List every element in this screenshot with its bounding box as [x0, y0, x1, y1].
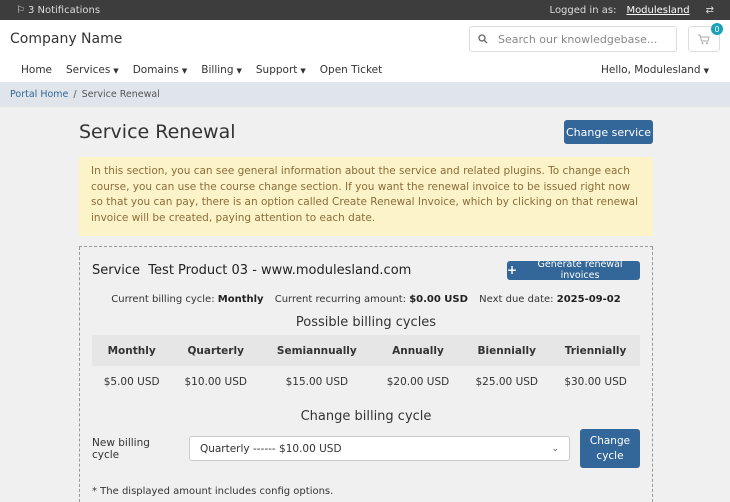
nav-open-ticket[interactable]: Open Ticket: [320, 64, 382, 76]
swap-icon[interactable]: ⇄: [706, 5, 714, 16]
select-value: Quarterly ------ $10.00 USD: [199, 442, 342, 455]
search-icon: [478, 34, 488, 44]
main-content: Service Renewal Change service In this s…: [79, 107, 653, 502]
panel-left-border: [79, 247, 80, 502]
table-header-cell: Triennially: [551, 335, 640, 366]
breadcrumb-separator: /: [73, 89, 77, 100]
caret-down-icon: ▼: [300, 67, 306, 75]
recurring-value: $0.00 USD: [409, 294, 468, 305]
service-title: Service Test Product 03 - www.moduleslan…: [92, 262, 412, 278]
table-header-cell: Quarterly: [171, 335, 261, 366]
page-title: Service Renewal: [79, 121, 236, 143]
caret-down-icon: ▼: [181, 67, 188, 75]
due-value: 2025-09-02: [556, 294, 621, 305]
billing-cycle-label: Current billing cycle:: [111, 294, 215, 305]
chevron-down-icon: ⌄: [551, 443, 559, 454]
table-header-row: Monthly Quarterly Semiannually Annually …: [92, 335, 640, 366]
table-cell: $25.00 USD: [475, 375, 539, 388]
table-cell: $10.00 USD: [184, 375, 247, 388]
table-row: $5.00 USD $10.00 USD $15.00 USD $20.00 U…: [92, 366, 640, 397]
current-cycle-info: Current billing cycle: Monthly Current r…: [92, 294, 640, 305]
notifications-label: 3 Notifications: [27, 4, 101, 16]
service-panel: Service Test Product 03 - www.moduleslan…: [79, 247, 653, 502]
new-cycle-label: New billing cycle: [92, 436, 150, 461]
table-cell: $5.00 USD: [103, 375, 160, 388]
breadcrumb: Portal Home / Service Renewal: [0, 82, 730, 107]
search-input[interactable]: Search our knowledgebase...: [469, 26, 677, 52]
table-header-cell: Biennially: [462, 335, 552, 366]
cart-button[interactable]: 0: [688, 23, 723, 52]
change-cycle-button[interactable]: Change cycle: [580, 429, 640, 468]
breadcrumb-home[interactable]: Portal Home: [10, 89, 68, 100]
generate-label: Generate renewal invoices: [537, 259, 623, 281]
caret-down-icon: ▼: [236, 67, 242, 75]
change-cycle-label-2: cycle: [596, 449, 624, 462]
flag-icon: ⚐: [16, 4, 25, 16]
billing-cycles-table: Monthly Quarterly Semiannually Annually …: [92, 335, 640, 397]
nav-support[interactable]: Support ▼: [256, 64, 306, 76]
main-nav: Home Services ▼ Domains ▼ Billing ▼ Support…: [0, 58, 730, 82]
panel-right-border: [652, 247, 653, 502]
top-bar: ⚐ 3 Notifications Logged in as: Modulesl…: [0, 0, 730, 20]
change-cycle-row: New billing cycle Quarterly ------ $10.0…: [92, 429, 640, 468]
brand-name[interactable]: Company Name: [10, 31, 122, 47]
due-label: Next due date:: [479, 294, 554, 305]
nav-services[interactable]: Services ▼: [66, 64, 119, 76]
billing-cycle-select[interactable]: Quarterly ------ $10.00 USD ⌄: [188, 436, 570, 461]
info-alert: In this section, you can see general inf…: [79, 157, 653, 236]
table-header-cell: Monthly: [92, 335, 172, 366]
search-placeholder: Search our knowledgebase...: [498, 32, 658, 46]
nav-domains[interactable]: Domains ▼: [133, 64, 188, 76]
table-header-cell: Annually: [373, 335, 463, 366]
cart-count-badge: 0: [711, 23, 723, 35]
change-cycle-label-1: Change: [589, 434, 631, 447]
notifications-link[interactable]: ⚐ 3 Notifications: [16, 5, 100, 16]
table-cell: $20.00 USD: [386, 375, 450, 388]
billing-cycles-title: Possible billing cycles: [295, 315, 437, 330]
table-cell: $15.00 USD: [285, 375, 349, 388]
table-cell: $30.00 USD: [564, 375, 627, 388]
plus-icon: +: [507, 263, 518, 277]
recurring-label: Current recurring amount:: [274, 294, 406, 305]
nav-home[interactable]: Home: [21, 64, 52, 76]
generate-renewal-invoices-button[interactable]: + Generate renewal invoices: [507, 259, 640, 281]
caret-down-icon: ▼: [113, 67, 119, 75]
nav-billing[interactable]: Billing ▼: [201, 64, 242, 76]
change-service-button[interactable]: Change service: [564, 120, 653, 144]
user-menu[interactable]: Hello, Modulesland ▼: [601, 64, 709, 76]
billing-cycle-value: Monthly: [217, 294, 264, 305]
change-cycle-title: Change billing cycle: [300, 409, 432, 424]
breadcrumb-current: Service Renewal: [81, 89, 160, 100]
config-options-note: * The displayed amount includes config o…: [92, 486, 334, 497]
table-header-cell: Semiannually: [260, 335, 374, 366]
header: Company Name Search our knowledgebase...…: [0, 20, 730, 58]
caret-down-icon: ▼: [703, 67, 709, 75]
cart-icon: [698, 34, 710, 44]
username-link[interactable]: Modulesland: [626, 5, 689, 16]
logged-in-label: Logged in as:: [549, 4, 617, 16]
